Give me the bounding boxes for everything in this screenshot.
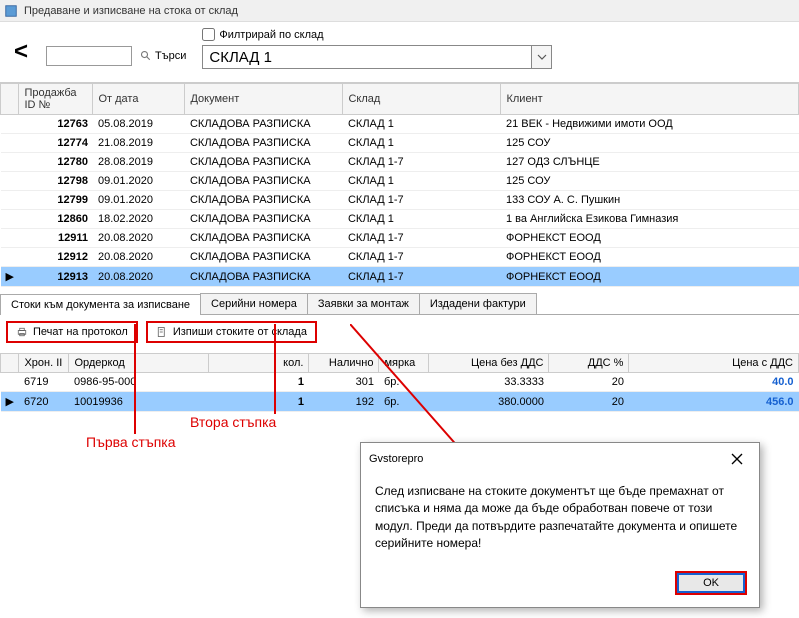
search-group: Търси [46, 46, 190, 66]
annotation-step2: Втора стъпка [190, 414, 276, 430]
table-row[interactable]: 1278028.08.2019СКЛАДОВА РАЗПИСКАСКЛАД 1-… [1, 153, 799, 172]
back-button[interactable]: < [8, 28, 34, 76]
col-pricevat[interactable]: Цена с ДДС [629, 354, 799, 373]
toolbar: < Търси Филтрирай по склад СКЛАД 1 [0, 22, 799, 83]
chevron-down-icon[interactable] [531, 46, 551, 68]
col-id[interactable]: Продажба ID № [19, 84, 93, 115]
filter-checkbox[interactable] [202, 28, 215, 41]
magnifier-icon [140, 50, 152, 62]
col-avail[interactable]: Налично [309, 354, 379, 373]
tab-1[interactable]: Серийни номера [200, 293, 308, 314]
detail-grid[interactable]: Хрон. II Ордеркод кол. Налично мярка Цен… [0, 353, 799, 412]
titlebar: Предаване и изписване на стока от склад [0, 0, 799, 22]
table-row[interactable]: 1279909.01.2020СКЛАДОВА РАЗПИСКАСКЛАД 1-… [1, 191, 799, 210]
col-date[interactable]: От дата [93, 84, 185, 115]
dialog-title: Gvstorepro [369, 453, 423, 465]
warehouse-value: СКЛАД 1 [203, 46, 531, 68]
annotation-step1: Първа стъпка [86, 434, 176, 450]
printer-icon [16, 326, 28, 338]
table-row[interactable]: 1291120.08.2020СКЛАДОВА РАЗПИСКАСКЛАД 1-… [1, 229, 799, 248]
col-price[interactable]: Цена без ДДС [429, 354, 549, 373]
tab-3[interactable]: Издадени фактури [419, 293, 537, 314]
writeoff-button[interactable]: Изпиши стоките от склада [146, 321, 317, 343]
document-icon [156, 326, 168, 338]
table-row[interactable]: 1277421.08.2019СКЛАДОВА РАЗПИСКАСКЛАД 11… [1, 134, 799, 153]
col-unit[interactable]: мярка [379, 354, 429, 373]
filter-group: Филтрирай по склад СКЛАД 1 [202, 28, 791, 69]
app-icon [4, 4, 18, 18]
warehouse-select[interactable]: СКЛАД 1 [202, 45, 552, 69]
close-button[interactable] [723, 449, 751, 469]
writeoff-label: Изпиши стоките от склада [173, 326, 307, 338]
ok-button-highlight: OK [675, 571, 747, 595]
col-doc[interactable]: Документ [185, 84, 343, 115]
col-whs[interactable]: Склад [343, 84, 501, 115]
table-row[interactable]: 1279809.01.2020СКЛАДОВА РАЗПИСКАСКЛАД 11… [1, 172, 799, 191]
button-bar: Печат на протокол Изпиши стоките от скла… [0, 315, 799, 353]
print-protocol-button[interactable]: Печат на протокол [6, 321, 138, 343]
search-input[interactable] [46, 46, 132, 66]
search-button[interactable]: Търси [136, 46, 190, 66]
col-qty[interactable]: кол. [209, 354, 309, 373]
detail-row[interactable]: ▶6720100199361192бр.380.000020456.0 [1, 392, 799, 412]
dialog-body: След изписване на стоките документът ще … [361, 475, 759, 563]
window-title: Предаване и изписване на стока от склад [24, 5, 238, 17]
ok-button[interactable]: OK [677, 573, 745, 593]
table-row[interactable]: 1276305.08.2019СКЛАДОВА РАЗПИСКАСКЛАД 12… [1, 115, 799, 134]
col-client[interactable]: Клиент [501, 84, 799, 115]
table-row[interactable]: ▶1291320.08.2020СКЛАДОВА РАЗПИСКАСКЛАД 1… [1, 267, 799, 287]
tab-0[interactable]: Стоки към документа за изписване [0, 294, 201, 315]
search-button-label: Търси [155, 50, 186, 62]
close-icon [731, 453, 743, 465]
col-code[interactable]: Ордеркод [69, 354, 209, 373]
col-chron[interactable]: Хрон. II [19, 354, 69, 373]
filter-label: Филтрирай по склад [219, 29, 323, 41]
table-row[interactable]: 1286018.02.2020СКЛАДОВА РАЗПИСКАСКЛАД 11… [1, 210, 799, 229]
detail-row[interactable]: 67190986-95-0001301бр.33.33332040.0 [1, 373, 799, 392]
col-vat[interactable]: ДДС % [549, 354, 629, 373]
tab-2[interactable]: Заявки за монтаж [307, 293, 420, 314]
tabs: Стоки към документа за изписванеСерийни … [0, 293, 799, 315]
print-label: Печат на протокол [33, 326, 128, 338]
table-row[interactable]: 1291220.08.2020СКЛАДОВА РАЗПИСКАСКЛАД 1-… [1, 248, 799, 267]
confirm-dialog: Gvstorepro След изписване на стоките док… [360, 442, 760, 608]
sales-grid[interactable]: Продажба ID № От дата Документ Склад Кли… [0, 83, 799, 287]
